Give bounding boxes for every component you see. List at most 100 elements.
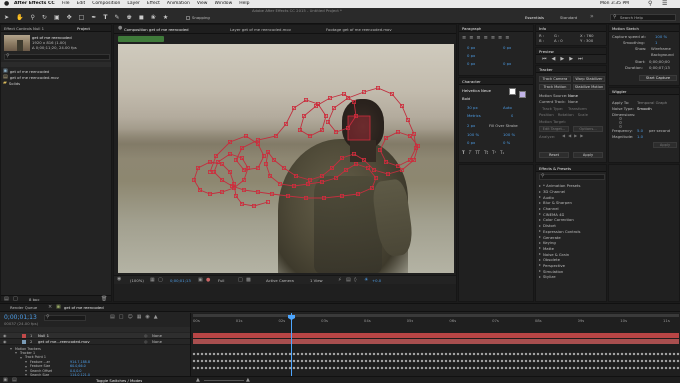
keyframe-marker[interactable]	[512, 352, 516, 356]
keyframe-marker[interactable]	[584, 359, 588, 363]
expand-transfer-controls-icon[interactable]: ▤	[12, 377, 17, 383]
justify-last-center-icon[interactable]: ≡	[491, 35, 495, 41]
keyframe-marker[interactable]	[532, 352, 536, 356]
keyframe-marker[interactable]	[544, 366, 548, 370]
keyframe-marker[interactable]	[460, 352, 464, 356]
start-capture-button[interactable]: Start Capture	[639, 75, 677, 81]
menu-animation[interactable]: Animation	[167, 1, 190, 7]
eraser-tool-icon[interactable]: ◼	[139, 14, 144, 22]
motion-source-dropdown[interactable]: None	[568, 93, 578, 98]
keyframe-marker[interactable]	[472, 359, 476, 363]
menu-list-icon[interactable]: ☰	[662, 0, 667, 8]
keyframe-marker[interactable]	[316, 352, 320, 356]
keyframe-marker[interactable]	[304, 359, 308, 363]
keyframe-marker[interactable]	[364, 352, 368, 356]
keyframe-marker[interactable]	[304, 352, 308, 356]
scale-checkbox[interactable]: Scale	[578, 112, 588, 117]
keyframe-marker[interactable]	[628, 352, 632, 356]
tab-render-queue[interactable]: Render Queue	[10, 305, 37, 310]
keyframe-marker[interactable]	[456, 359, 460, 363]
justify-last-left-icon[interactable]: ≡	[484, 35, 488, 41]
tab-footage[interactable]: Footage get of me reencoded.mov	[326, 27, 446, 32]
zoom-in-icon[interactable]: ▲	[246, 377, 250, 383]
keyframe-marker[interactable]	[472, 366, 476, 370]
keyframe-marker[interactable]	[676, 366, 680, 370]
graph-editor-icon[interactable]: ▲	[154, 314, 158, 320]
keyframe-marker[interactable]	[336, 366, 340, 370]
keyframe-marker[interactable]	[452, 359, 456, 363]
keyframe-marker[interactable]	[560, 366, 564, 370]
disclosure-triangle-icon[interactable]	[539, 218, 541, 221]
keyframe-marker[interactable]	[408, 352, 412, 356]
warp-stabilizer-button[interactable]: Warp Stabilizer	[573, 76, 605, 82]
keyframe-marker[interactable]	[536, 359, 540, 363]
keyframe-marker[interactable]	[568, 352, 572, 356]
layer-bar-null[interactable]	[193, 333, 679, 338]
channel-icon[interactable]: ●	[206, 277, 210, 283]
keyframe-marker[interactable]	[620, 352, 624, 356]
keyframe-marker[interactable]	[296, 366, 300, 370]
keyframe-marker[interactable]	[412, 359, 416, 363]
layer-bar-footage[interactable]	[193, 339, 679, 344]
keyframe-marker[interactable]	[496, 366, 500, 370]
keyframe-marker[interactable]	[572, 366, 576, 370]
baseline-shift[interactable]: 0 px	[467, 140, 475, 145]
frame-blending-icon[interactable]: ▦	[137, 314, 142, 320]
transparency-grid-icon[interactable]: ▩	[246, 277, 251, 283]
keyframe-marker[interactable]	[300, 359, 304, 363]
keyframe-marker[interactable]	[244, 359, 248, 363]
disclosure-triangle-icon[interactable]	[15, 352, 17, 355]
motion-blur-icon[interactable]: ◉	[145, 314, 149, 320]
keyframe-marker[interactable]	[332, 366, 336, 370]
keyframe-marker[interactable]	[436, 366, 440, 370]
keyframe-marker[interactable]	[296, 352, 300, 356]
expand-layer-switches-icon[interactable]: ▣	[3, 377, 8, 383]
keyframe-marker[interactable]	[432, 359, 436, 363]
keyframe-marker[interactable]	[224, 366, 228, 370]
keyframe-marker[interactable]	[308, 352, 312, 356]
keyframe-marker[interactable]	[204, 359, 208, 363]
current-time-indicator[interactable]	[291, 313, 292, 376]
workspace-essentials[interactable]: Essentials	[525, 15, 544, 20]
keyframe-marker[interactable]	[476, 359, 480, 363]
keyframe-marker[interactable]	[564, 366, 568, 370]
keyframe-marker[interactable]	[328, 352, 332, 356]
keyframe-marker[interactable]	[320, 366, 324, 370]
keyframe-marker[interactable]	[240, 352, 244, 356]
justify-all-icon[interactable]: ≡	[505, 35, 509, 41]
keyframe-marker[interactable]	[272, 359, 276, 363]
timeline-zoom-slider[interactable]	[204, 380, 244, 381]
keyframe-marker[interactable]	[268, 352, 272, 356]
keyframe-marker[interactable]	[576, 352, 580, 356]
keyframe-marker[interactable]	[232, 359, 236, 363]
keyframe-marker[interactable]	[292, 359, 296, 363]
keyframe-marker[interactable]	[316, 366, 320, 370]
next-frame-icon[interactable]: ▶	[569, 56, 573, 62]
indent-left[interactable]: 0 px	[467, 45, 475, 50]
keyframe-marker[interactable]	[596, 366, 600, 370]
keyframe-marker[interactable]	[512, 366, 516, 370]
smoothing-value[interactable]: 1	[655, 40, 657, 45]
keyframe-marker[interactable]	[376, 359, 380, 363]
keyframe-marker[interactable]	[408, 359, 412, 363]
keyframe-marker[interactable]	[460, 359, 464, 363]
keyframe-marker[interactable]	[640, 352, 644, 356]
keyframe-marker[interactable]	[224, 359, 228, 363]
track-camera-button[interactable]: Track Camera	[539, 76, 571, 82]
keyframe-marker[interactable]	[312, 366, 316, 370]
disclosure-triangle-icon[interactable]	[539, 236, 541, 239]
capture-speed-value[interactable]: 100 %	[655, 34, 667, 39]
keyframe-marker[interactable]	[640, 366, 644, 370]
keyframe-marker[interactable]	[524, 366, 528, 370]
menu-composition[interactable]: Composition	[92, 1, 120, 7]
subscript-icon[interactable]: T₁	[500, 150, 504, 155]
keyframe-marker[interactable]	[612, 366, 616, 370]
keyframe-marker[interactable]	[368, 359, 372, 363]
keyframe-marker[interactable]	[500, 359, 504, 363]
project-item[interactable]: ▰ Solids	[3, 80, 111, 86]
dimension-radio-2[interactable]	[619, 121, 622, 124]
keyframe-marker[interactable]	[632, 366, 636, 370]
font-size[interactable]: 30 px	[467, 105, 478, 110]
keyframe-marker[interactable]	[256, 352, 260, 356]
keyframe-marker[interactable]	[284, 352, 288, 356]
